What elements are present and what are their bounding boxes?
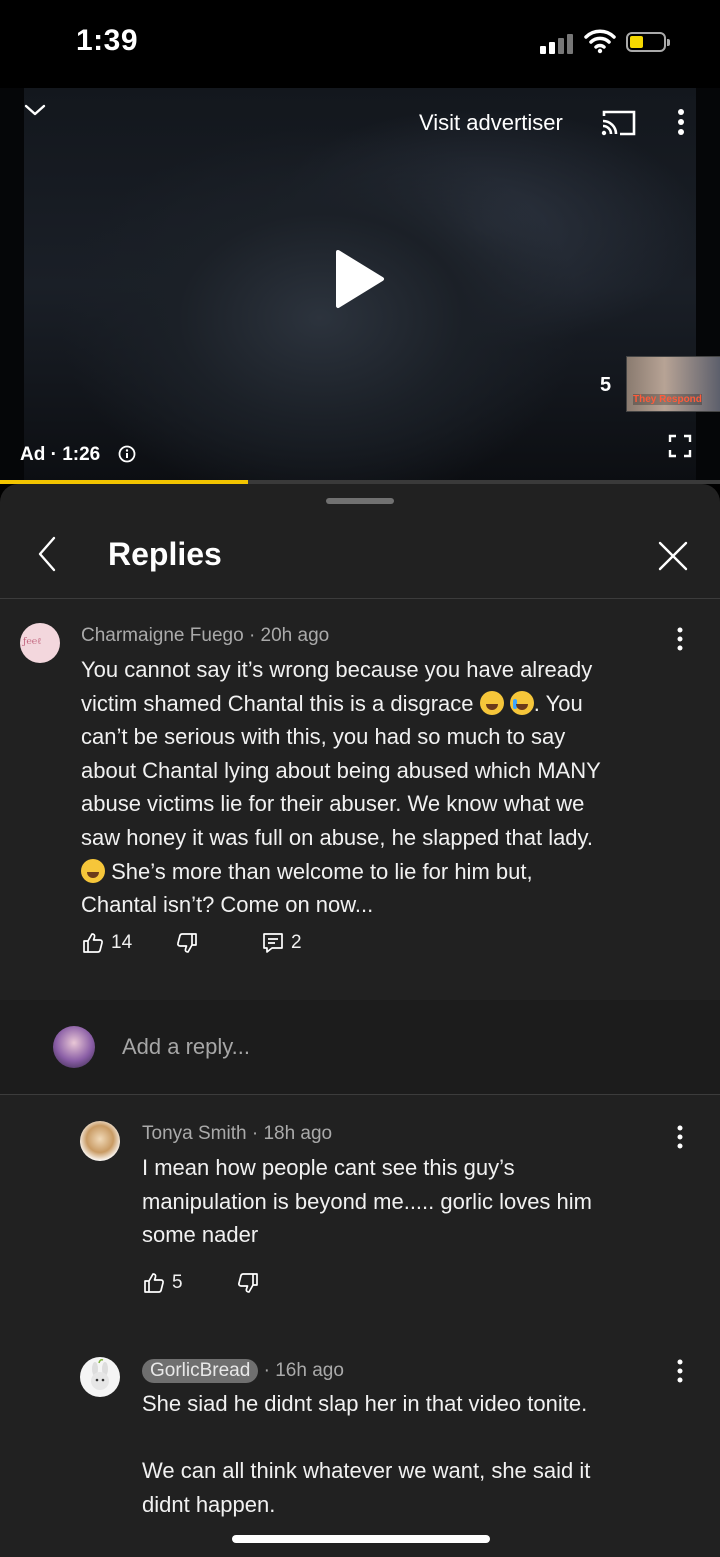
laughing-emoji-icon [479, 690, 504, 715]
status-icons [540, 26, 680, 60]
drag-handle[interactable] [326, 498, 394, 504]
thumbs-up-icon [83, 933, 103, 953]
back-arrow-icon[interactable] [36, 536, 58, 572]
reply-line: some nader [142, 1222, 259, 1248]
ad-time-label: Ad · 1:26 [20, 444, 101, 465]
thumbs-up-icon [144, 1273, 164, 1293]
comment-line: about Chantal lying about being abused w… [81, 757, 601, 783]
like-button[interactable]: 14 [81, 931, 132, 955]
comment-line: can’t be serious with this, you had so m… [81, 724, 566, 750]
comment-icon [263, 933, 283, 953]
reply-item: Tonya Smith · 18h ago I mean how people … [0, 1095, 720, 1335]
more-vert-icon[interactable] [676, 627, 684, 651]
avatar[interactable] [80, 1357, 120, 1397]
fullscreen-icon[interactable] [668, 434, 692, 458]
reply-line: She siad he didnt slap her in that video… [142, 1391, 588, 1416]
crying-emoji-icon [509, 690, 534, 715]
thumbnail-text: They Respond [633, 394, 702, 405]
like-count: 14 [111, 932, 133, 953]
page-title: Replies [108, 536, 222, 572]
comment-line: You cannot say it’s wrong because you ha… [81, 657, 593, 682]
close-icon[interactable] [657, 540, 689, 572]
reply-line: manipulation is beyond me..... gorlic lo… [142, 1188, 592, 1214]
comment-line-part: She’s more than welcome to lie for him b… [105, 858, 533, 884]
cast-icon[interactable] [600, 108, 638, 138]
video-player[interactable]: Visit advertiser 5 They Respond Ad · 1:2… [0, 88, 720, 484]
reply-text: She siad he didnt slap her in that video… [142, 1387, 682, 1521]
comment-line: She’s more than welcome to lie for him b… [81, 855, 691, 889]
status-bar: 1:39 [0, 0, 720, 88]
reply-line: I mean how people cant see this guy’s [142, 1155, 515, 1180]
dislike-button[interactable] [175, 931, 199, 955]
next-video-thumbnail[interactable]: They Respond [626, 356, 720, 412]
comment-line: victim shamed Chantal this is a disgrace… [81, 687, 691, 721]
user-avatar[interactable] [53, 1026, 95, 1068]
reply-text: I mean how people cant see this guy’s ma… [142, 1151, 682, 1252]
reply-author-creator[interactable]: GorlicBread [142, 1359, 259, 1383]
reply-meta: Tonya Smith · 18h ago [142, 1123, 333, 1144]
bunny-avatar-icon [91, 1359, 109, 1390]
status-time: 1:39 [76, 24, 139, 57]
add-reply-row: Add a reply... [0, 1000, 720, 1094]
avatar[interactable] [80, 1121, 120, 1161]
like-count: 5 [172, 1272, 183, 1293]
home-indicator[interactable] [232, 1535, 490, 1543]
avatar[interactable]: ƒ℮℮ℓ [20, 623, 60, 663]
comment-line: Chantal isn’t? Come on now... [81, 892, 374, 918]
comment-time: 20h ago [260, 625, 330, 646]
info-icon[interactable] [118, 445, 136, 463]
reply-author[interactable]: Tonya Smith [142, 1123, 247, 1144]
parent-comment: ƒ℮℮ℓ Charmaigne Fuego · 20h ago You cann… [0, 599, 720, 999]
comment-author[interactable]: Charmaigne Fuego [81, 625, 244, 646]
next-countdown: 5 [600, 374, 612, 396]
like-button[interactable]: 5 [142, 1271, 183, 1295]
reply-meta: GorlicBread · 16h ago [142, 1359, 344, 1383]
comment-line-part: . You [533, 690, 583, 716]
comment-line-part: victim shamed Chantal this is a disgrace [81, 690, 480, 716]
more-vert-icon[interactable] [676, 108, 686, 136]
play-icon[interactable] [334, 248, 386, 310]
chevron-down-icon[interactable] [24, 102, 46, 118]
reply-line: didnt happen. [142, 1491, 276, 1517]
reply-count: 2 [291, 932, 302, 953]
reply-time: 16h ago [275, 1360, 344, 1381]
reply-item: GorlicBread · 16h ago She siad he didnt … [0, 1335, 720, 1557]
wifi-icon [584, 29, 616, 54]
comment-line: abuse victims lie for their abuser. We k… [81, 791, 585, 817]
reply-input[interactable]: Add a reply... [122, 1034, 250, 1060]
comment-line: saw honey it was full on abuse, he slapp… [81, 824, 594, 850]
reply-count-button[interactable]: 2 [261, 931, 302, 955]
battery-icon [626, 32, 670, 52]
comment-meta: Charmaigne Fuego · 20h ago [81, 625, 330, 646]
reply-time: 18h ago [263, 1123, 333, 1144]
more-vert-icon[interactable] [676, 1125, 684, 1149]
replies-header: Replies [0, 514, 720, 598]
visit-advertiser-link[interactable]: Visit advertiser [419, 110, 563, 136]
comment-text: You cannot say it’s wrong because you ha… [81, 653, 691, 922]
replies-panel: Replies ƒ℮℮ℓ Charmaigne Fuego · 20h ago … [0, 484, 720, 1557]
more-vert-icon[interactable] [676, 1359, 684, 1383]
thumbs-down-icon [177, 933, 197, 953]
dislike-button[interactable] [236, 1271, 260, 1295]
thumbs-down-icon [238, 1273, 258, 1293]
reply-line: We can all think whatever we want, she s… [142, 1458, 591, 1484]
laughing-emoji-icon [81, 858, 105, 883]
reply-actions: 5 [142, 1271, 442, 1305]
comment-actions: 14 2 [81, 931, 481, 965]
